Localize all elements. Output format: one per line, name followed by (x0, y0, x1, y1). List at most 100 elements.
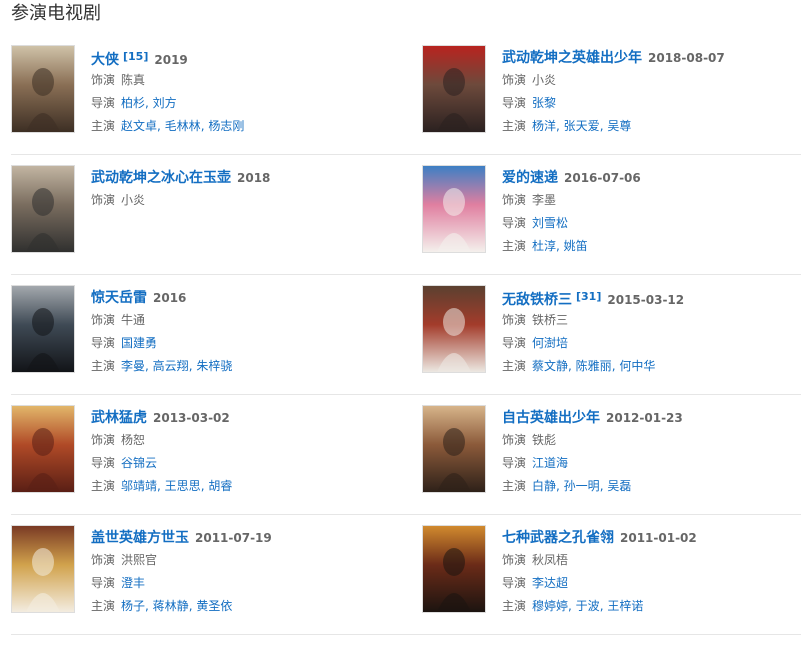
cast-link[interactable]: 毛林林 (165, 119, 201, 133)
series-poster[interactable] (422, 45, 486, 133)
director-link[interactable]: 张黎 (532, 96, 556, 110)
cast-link[interactable]: 蒋林静 (153, 599, 189, 613)
cast-link[interactable]: 朱梓骁 (196, 359, 232, 373)
director-line: 导演 柏杉, 刘方 (91, 92, 406, 115)
series-title-link[interactable]: 自古英雄出少年 (502, 410, 600, 426)
release-date: 2011-01-02 (620, 531, 697, 545)
director-label: 导演 (502, 456, 527, 470)
release-date: 2016 (153, 291, 187, 305)
director-link[interactable]: 刘方 (153, 96, 177, 110)
series-title-link[interactable]: 惊天岳雷 (91, 290, 147, 306)
series-poster[interactable] (422, 405, 486, 493)
director-line: 导演 何澍培 (502, 332, 805, 355)
cast-link[interactable]: 杨洋 (532, 119, 556, 133)
name-separator: , (556, 239, 564, 253)
director-link[interactable]: 谷锦云 (121, 456, 157, 470)
role-line: 饰演 陈真 (91, 69, 406, 92)
series-poster[interactable] (422, 525, 486, 613)
role-value: 洪熙官 (121, 553, 158, 567)
series-poster[interactable] (11, 285, 75, 373)
poster-image (423, 406, 485, 492)
cast-link[interactable]: 陈雅丽 (576, 359, 612, 373)
series-title-link[interactable]: 武动乾坤之冰心在玉壶 (91, 170, 231, 186)
cast-link[interactable]: 姚笛 (564, 239, 588, 253)
cast-label: 主演 (91, 119, 116, 133)
director-link[interactable]: 澄丰 (121, 576, 145, 590)
cast-line: 主演 白静, 孙一明, 吴磊 (502, 475, 805, 498)
series-title-link[interactable]: 武林猛虎 (91, 410, 147, 426)
series-title-link[interactable]: 无敌铁桥三 (502, 292, 572, 308)
cast-link[interactable]: 蔡文静 (532, 359, 568, 373)
series-poster[interactable] (11, 45, 75, 133)
series-title-link[interactable]: 七种武器之孔雀翎 (502, 530, 614, 546)
cast-link[interactable]: 王思思 (165, 479, 201, 493)
cast-label: 主演 (502, 239, 527, 253)
cast-link[interactable]: 吴尊 (607, 119, 631, 133)
cast-label: 主演 (502, 599, 527, 613)
cast-link[interactable]: 李曼 (121, 359, 145, 373)
poster-image (12, 286, 74, 372)
series-poster[interactable] (422, 165, 486, 253)
cast-link[interactable]: 黄圣依 (196, 599, 232, 613)
series-item: 武动乾坤之冰心在玉壶 2018 饰演 小炎 (11, 165, 406, 265)
title-line: 自古英雄出少年 2012-01-23 (502, 405, 805, 429)
series-info: 爱的速递 2016-07-06 饰演 李墨 导演 刘雪松 主演 杜淳, 姚笛 (502, 165, 805, 258)
cast-line: 主演 杜淳, 姚笛 (502, 235, 805, 258)
citation-link[interactable]: [15] (123, 50, 148, 63)
director-label: 导演 (502, 576, 527, 590)
series-title-link[interactable]: 盖世英雄方世玉 (91, 530, 189, 546)
series-poster[interactable] (11, 165, 75, 253)
series-title-link[interactable]: 大侠 (91, 52, 119, 68)
cast-line: 主演 穆婷婷, 于波, 王梓诺 (502, 595, 805, 618)
cast-link[interactable]: 吴磊 (607, 479, 631, 493)
series-poster[interactable] (422, 285, 486, 373)
poster-image (12, 166, 74, 252)
director-link[interactable]: 柏杉 (121, 96, 145, 110)
role-value: 牛通 (121, 313, 146, 327)
director-line: 导演 国建勇 (91, 332, 406, 355)
role-value: 小炎 (121, 193, 146, 207)
cast-link[interactable]: 邬靖靖 (121, 479, 157, 493)
series-title-link[interactable]: 爱的速递 (502, 170, 558, 186)
role-value: 李墨 (532, 193, 557, 207)
series-row: 大侠 [15] 2019 饰演 陈真 导演 柏杉, 刘方 主演 赵文卓, 毛林林, 杨志刚 武动乾… (11, 35, 801, 155)
cast-link[interactable]: 赵文卓 (121, 119, 157, 133)
director-link[interactable]: 刘雪松 (532, 216, 568, 230)
role-value: 小炎 (532, 73, 557, 87)
cast-link[interactable]: 孙一明 (564, 479, 600, 493)
title-line: 武动乾坤之冰心在玉壶 2018 (91, 165, 406, 189)
release-date: 2018 (237, 171, 271, 185)
name-separator: , (145, 359, 153, 373)
cast-link[interactable]: 白静 (532, 479, 556, 493)
cast-link[interactable]: 张天爱 (564, 119, 600, 133)
title-line: 盖世英雄方世玉 2011-07-19 (91, 525, 406, 549)
cast-link[interactable]: 杨子 (121, 599, 145, 613)
series-poster[interactable] (11, 405, 75, 493)
role-value: 铁彪 (532, 433, 557, 447)
cast-label: 主演 (91, 359, 116, 373)
director-link[interactable]: 何澍培 (532, 336, 568, 350)
director-line: 导演 谷锦云 (91, 452, 406, 475)
director-link[interactable]: 国建勇 (121, 336, 157, 350)
cast-link[interactable]: 胡睿 (208, 479, 232, 493)
citation-link[interactable]: [31] (576, 290, 601, 303)
director-link[interactable]: 李达超 (532, 576, 568, 590)
role-label: 饰演 (502, 553, 527, 567)
director-link[interactable]: 江道海 (532, 456, 568, 470)
name-separator: , (157, 479, 165, 493)
series-info: 武动乾坤之冰心在玉壶 2018 饰演 小炎 (91, 165, 406, 212)
cast-link[interactable]: 高云翔 (153, 359, 189, 373)
series-poster[interactable] (11, 525, 75, 613)
director-label: 导演 (502, 96, 527, 110)
release-date: 2012-01-23 (606, 411, 683, 425)
cast-link[interactable]: 王梓诺 (607, 599, 643, 613)
cast-link[interactable]: 穆婷婷 (532, 599, 568, 613)
name-separator: , (157, 119, 165, 133)
cast-link[interactable]: 杜淳 (532, 239, 556, 253)
series-title-link[interactable]: 武动乾坤之英雄出少年 (502, 50, 642, 66)
cast-link[interactable]: 杨志刚 (208, 119, 244, 133)
cast-link[interactable]: 于波 (576, 599, 600, 613)
poster-image (12, 46, 74, 132)
cast-link[interactable]: 何中华 (619, 359, 655, 373)
role-label: 饰演 (91, 193, 116, 207)
